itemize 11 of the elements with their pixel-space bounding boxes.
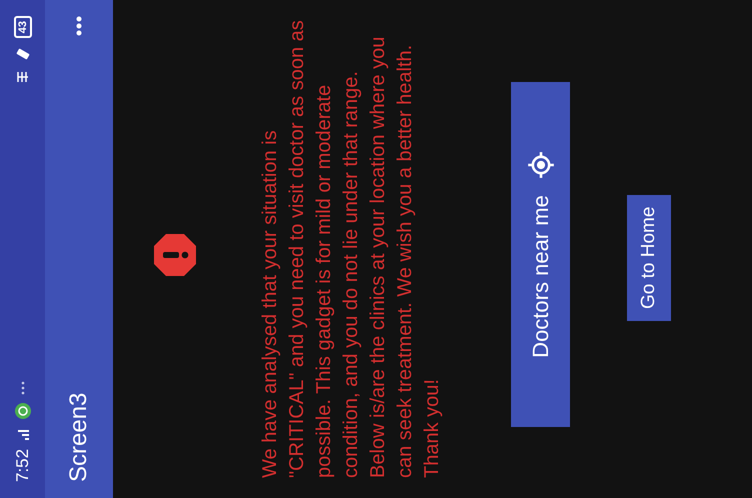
go-to-home-button[interactable]: Go to Home [627,194,671,321]
battery-level: 43 [14,16,32,38]
warning-icon [153,233,197,277]
location-target-icon [526,151,554,180]
doctors-near-me-button[interactable]: Doctors near me [511,82,570,427]
screen-title: Screen3 [64,392,93,482]
more-notifications-icon [20,380,24,395]
clock-time: 7:52 [12,448,33,482]
critical-message: We have analysed that your situation is "CRITICAL" and you need to visit doctor as soon as possible. This gadget is for mild or moderate condition, and you do not lie under that range. Below is/are the clinics at your location where you can seek treatment. We wish you a better health. Thank you! [258,20,444,478]
more-menu-icon[interactable] [76,16,82,36]
chat-app-icon [14,402,30,419]
